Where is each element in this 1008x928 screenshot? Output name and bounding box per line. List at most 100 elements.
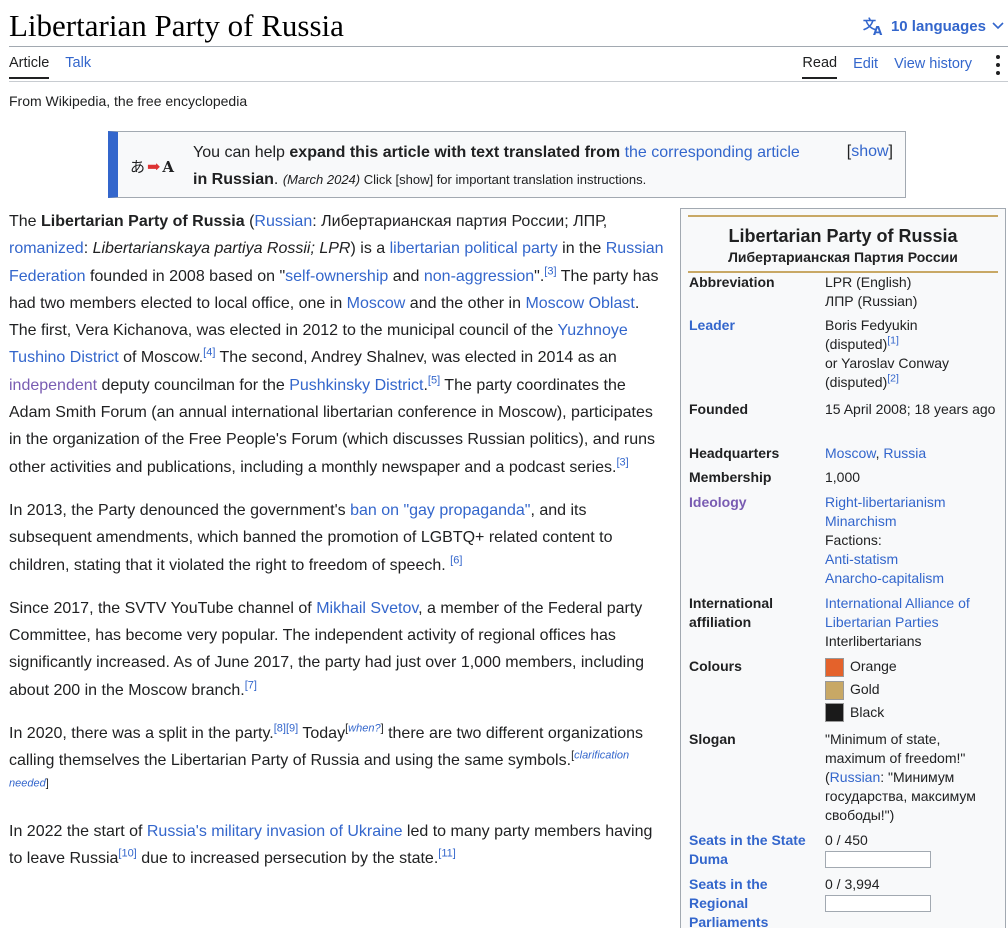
- infobox-label: International affiliation: [689, 595, 774, 630]
- citation-link[interactable]: [3]: [616, 456, 628, 468]
- abbreviation-russian: ЛПР (Russian): [825, 293, 918, 309]
- regional-seats-bar: [825, 895, 931, 912]
- paragraph-2022: In 2022 the start of Russia's military i…: [9, 818, 667, 873]
- text: The: [9, 213, 42, 230]
- infobox-value: 0 / 3,994: [825, 875, 1001, 912]
- link-gay-propaganda-ban[interactable]: ban on "gay propaganda": [350, 502, 530, 519]
- notice-icon-source: あ: [130, 158, 146, 176]
- membership-value: 1,000: [825, 469, 861, 485]
- notice-text-4: in Russian: [193, 170, 274, 188]
- infobox-value: 0 / 450: [825, 831, 1001, 868]
- colour-item: Orange: [825, 657, 1001, 677]
- infobox-value: Boris Fedyukin (disputed)[1] or Yaroslav…: [825, 316, 1001, 392]
- ideology-anti-statism-link[interactable]: Anti-statism: [825, 551, 898, 567]
- leader-label-link[interactable]: Leader: [689, 316, 819, 335]
- text: In 2013, the Party denounced the governm…: [9, 501, 351, 519]
- infobox: Libertarian Party of Russia Либертарианс…: [680, 208, 1006, 928]
- notice-show-close: ]: [888, 143, 893, 160]
- link-moscow[interactable]: Moscow: [347, 295, 406, 312]
- hq-moscow-link[interactable]: Moscow: [825, 445, 876, 461]
- infobox-label: Abbreviation: [689, 274, 775, 290]
- infobox-subtitle: Либертарианская Партия России: [728, 249, 958, 265]
- duma-seats-bar: [825, 851, 931, 868]
- text: founded in 2008 based on ": [85, 267, 286, 285]
- link-self-ownership[interactable]: self-ownership: [285, 268, 388, 285]
- citation-link[interactable]: [11]: [438, 848, 456, 860]
- infobox-label: Headquarters: [689, 445, 780, 461]
- tab-read[interactable]: Read: [802, 55, 838, 79]
- citation-link[interactable]: [5]: [428, 374, 440, 386]
- text: Since 2017, the SVTV YouTube channel of: [9, 599, 317, 617]
- link-political-party[interactable]: political party: [464, 240, 557, 257]
- link-mikhail-svetov[interactable]: Mikhail Svetov: [316, 600, 418, 617]
- link-moscow-oblast[interactable]: Moscow Oblast: [525, 295, 634, 312]
- duma-label-link[interactable]: Seats in the State Duma: [689, 831, 819, 869]
- citation-link[interactable]: [1]: [887, 334, 899, 346]
- colour-swatch: [825, 657, 844, 677]
- leader-1: Boris Fedyukin: [825, 317, 918, 333]
- infobox-value: Right-libertarianism Minarchism Factions…: [825, 493, 1001, 588]
- notice-date: (March 2024): [282, 171, 361, 187]
- title-divider: [9, 46, 1008, 47]
- paragraph-intro: The Libertarian Party of Russia (Russian…: [9, 208, 667, 481]
- namespace-tabs: Article Talk: [9, 55, 91, 79]
- duma-seats: 0 / 450: [825, 832, 868, 848]
- link-independent[interactable]: independent: [9, 377, 97, 394]
- link-russian-invasion-of-ukraine[interactable]: Russia's military invasion of Ukraine: [147, 823, 403, 840]
- more-menu-icon[interactable]: [988, 55, 1008, 75]
- page-title: Libertarian Party of Russia: [9, 8, 344, 43]
- text: In 2022 the start of: [9, 822, 147, 840]
- ideology-minarchism-link[interactable]: Minarchism: [825, 513, 897, 529]
- citation-link[interactable]: [4]: [203, 347, 215, 359]
- languages-button[interactable]: 文 A 10 languages: [863, 16, 1004, 36]
- citation-link[interactable]: [7]: [245, 679, 257, 691]
- notice-show-button[interactable]: show: [851, 143, 888, 160]
- ideology-right-libertarianism-link[interactable]: Right-libertarianism: [825, 494, 946, 510]
- regional-label-link[interactable]: Seats in the Regional Parliaments: [689, 875, 819, 928]
- citation-link[interactable]: [8]: [274, 723, 286, 735]
- text: and: [388, 267, 424, 285]
- text: ".: [534, 267, 545, 285]
- text: The second, Andrey Shalnev, was elected …: [215, 349, 617, 367]
- link-libertarian[interactable]: libertarian: [390, 240, 460, 257]
- svg-text:A: A: [873, 24, 883, 36]
- slogan-russian-link[interactable]: Russian: [830, 769, 881, 785]
- infobox-value: LPR (English) ЛПР (Russian): [825, 273, 1001, 311]
- citation-link[interactable]: [6]: [450, 554, 462, 566]
- citation-link[interactable]: [10]: [118, 848, 136, 860]
- infobox-value: Moscow, Russia: [825, 444, 1001, 463]
- ideology-label-link[interactable]: Ideology: [689, 493, 819, 512]
- notice-icon-target: A: [162, 157, 175, 176]
- infobox-header: Libertarian Party of Russia Либертарианс…: [688, 215, 998, 273]
- infobox-label: Founded: [689, 401, 749, 417]
- text: : Либертарианская партия России; ЛПР,: [312, 213, 608, 230]
- notice-corresponding-article-link[interactable]: the corresponding article: [625, 144, 800, 161]
- citation-link[interactable]: [9]: [286, 723, 298, 735]
- tab-article[interactable]: Article: [9, 55, 50, 79]
- link-romanized[interactable]: romanized: [9, 240, 84, 257]
- tab-edit[interactable]: Edit: [853, 56, 878, 78]
- link-non-aggression[interactable]: non-aggression: [424, 268, 534, 285]
- link-russian-language[interactable]: Russian: [254, 213, 312, 230]
- site-tagline: From Wikipedia, the free encyclopedia: [9, 93, 248, 109]
- translation-notice: あ ➡ A You can help expand this article w…: [108, 131, 906, 198]
- paragraph-2013: In 2013, the Party denounced the governm…: [9, 497, 667, 579]
- when-tag-link[interactable]: when?: [348, 723, 380, 735]
- tab-view-history[interactable]: View history: [894, 56, 972, 78]
- text: of Moscow.: [118, 349, 204, 367]
- slogan-english: "Minimum of state, maximum of freedom!": [825, 731, 966, 766]
- notice-text-5: .: [273, 170, 279, 188]
- ialp-link[interactable]: International Alliance of Libertarian Pa…: [825, 595, 970, 630]
- citation-link[interactable]: [2]: [887, 372, 899, 384]
- text: ) is a: [350, 240, 390, 258]
- hq-russia-link[interactable]: Russia: [883, 445, 926, 461]
- tab-talk[interactable]: Talk: [65, 55, 91, 79]
- romanized-name: Libertarianskaya partiya Rossii; LPR: [92, 240, 351, 258]
- link-pushkinsky-district[interactable]: Pushkinsky District: [289, 377, 423, 394]
- ideology-anarcho-capitalism-link[interactable]: Anarcho-capitalism: [825, 570, 944, 586]
- text: In 2020, there was a split in the party.: [9, 725, 274, 743]
- citation-link[interactable]: [3]: [544, 265, 556, 277]
- article-body: The Libertarian Party of Russia (Russian…: [9, 208, 667, 889]
- leader-1-disputed: (disputed): [825, 336, 888, 352]
- arrow-right-icon: ➡: [147, 157, 161, 176]
